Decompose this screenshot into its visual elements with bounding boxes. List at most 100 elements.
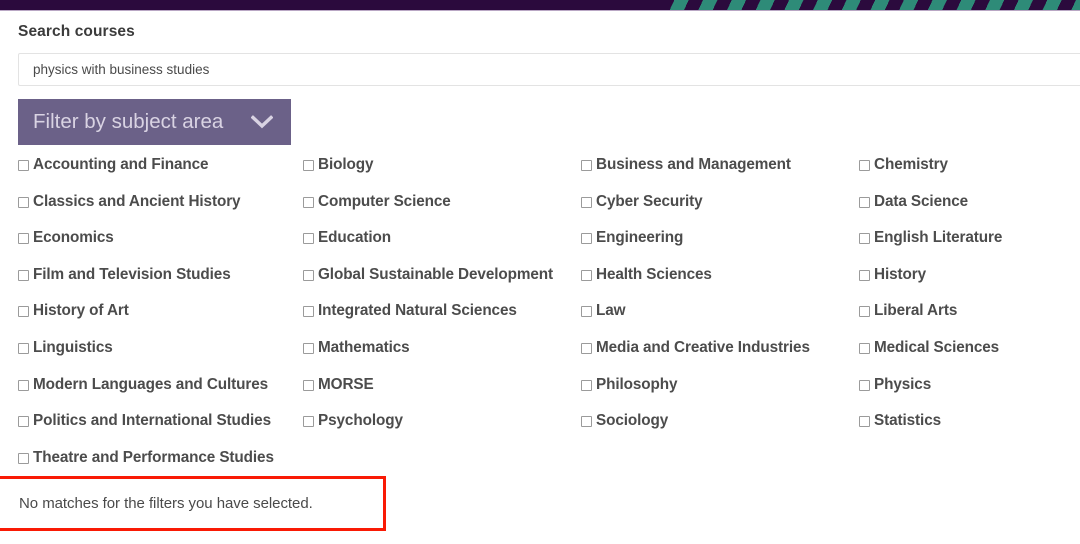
subject-column-4: Chemistry Data Science English Literature H… bbox=[859, 157, 1080, 450]
subject-checkbox-row[interactable]: Economics bbox=[18, 230, 298, 267]
subject-label: Integrated Natural Sciences bbox=[318, 302, 517, 320]
subject-checkbox-row[interactable]: Integrated Natural Sciences bbox=[303, 303, 583, 340]
subject-label: Biology bbox=[318, 156, 374, 173]
subject-checkbox[interactable] bbox=[303, 160, 314, 171]
subject-label: Health Sciences bbox=[596, 265, 712, 283]
subject-checkbox-row[interactable]: Liberal Arts bbox=[859, 303, 1080, 340]
subject-checkbox-row[interactable]: History bbox=[859, 265, 1080, 304]
subject-checkbox[interactable] bbox=[18, 196, 29, 208]
subject-checkbox-row[interactable]: Law bbox=[581, 303, 861, 340]
subject-checkbox-row[interactable]: MORSE bbox=[303, 375, 583, 414]
subject-label: Psychology bbox=[318, 412, 403, 430]
subject-checkbox-row[interactable]: Philosophy bbox=[581, 375, 861, 414]
brand-bar-underline bbox=[0, 10, 1080, 11]
subject-checkbox[interactable] bbox=[18, 416, 29, 428]
subject-checkbox[interactable] bbox=[581, 416, 592, 428]
subject-label: Business and Management bbox=[596, 156, 791, 173]
subject-checkbox[interactable] bbox=[303, 416, 314, 428]
subject-checkbox[interactable] bbox=[18, 160, 29, 171]
subject-checkbox[interactable] bbox=[581, 233, 592, 245]
subject-checkbox-row[interactable]: Education bbox=[303, 230, 583, 267]
subject-checkbox-row[interactable]: Mathematics bbox=[303, 338, 583, 377]
subject-checkbox[interactable] bbox=[581, 379, 592, 391]
filter-button-label: Filter by subject area bbox=[33, 109, 224, 133]
subject-checkbox-row[interactable]: Statistics bbox=[859, 413, 1080, 450]
subject-checkbox-row[interactable]: Accounting and Finance bbox=[18, 157, 298, 194]
subject-checkbox[interactable] bbox=[859, 379, 870, 391]
subject-label: Engineering bbox=[596, 229, 684, 247]
subject-checkbox-row[interactable]: Data Science bbox=[859, 192, 1080, 231]
subject-checkbox[interactable] bbox=[581, 342, 592, 354]
subject-checkbox-row[interactable]: Medical Sciences bbox=[859, 339, 1080, 377]
subject-checkbox-row[interactable]: Linguistics bbox=[18, 339, 298, 377]
subject-checkbox[interactable] bbox=[303, 306, 314, 318]
subject-checkbox[interactable] bbox=[18, 379, 29, 391]
subject-checkbox-row[interactable]: Biology bbox=[303, 157, 583, 194]
subject-column-1: Accounting and Finance Classics and Ancie… bbox=[18, 157, 298, 486]
subject-label: Computer Science bbox=[318, 192, 451, 210]
subject-checkbox[interactable] bbox=[18, 233, 29, 245]
subject-checkbox-row[interactable]: Physics bbox=[859, 375, 1080, 414]
subject-checkbox[interactable] bbox=[303, 196, 314, 208]
subject-checkbox[interactable] bbox=[581, 196, 592, 208]
no-matches-alert: No matches for the filters you have sele… bbox=[0, 476, 386, 531]
subject-checkbox-row[interactable]: Global Sustainable Development bbox=[303, 265, 583, 304]
subject-label: Global Sustainable Development bbox=[318, 265, 554, 283]
subject-column-3: Business and Management Cyber Security Eng… bbox=[581, 157, 861, 450]
subject-checkbox-row[interactable]: Chemistry bbox=[859, 157, 1080, 194]
brand-top-bar bbox=[0, 0, 1080, 10]
brand-stripe-pattern bbox=[660, 0, 1080, 10]
subject-label: Accounting and Finance bbox=[33, 156, 209, 173]
subject-checkbox-row[interactable]: Modern Languages and Cultures bbox=[18, 375, 298, 414]
subject-checkbox-row[interactable]: English Literature bbox=[859, 230, 1080, 267]
subject-checkbox-row[interactable]: Business and Management bbox=[581, 157, 861, 194]
search-courses-label: Search courses bbox=[18, 23, 135, 40]
subject-checkbox-row[interactable]: Film and Television Studies bbox=[18, 265, 298, 304]
subject-label: Mathematics bbox=[318, 338, 410, 356]
subject-checkbox[interactable] bbox=[303, 379, 314, 391]
subject-checkbox[interactable] bbox=[303, 269, 314, 281]
subject-label: Physics bbox=[874, 375, 932, 393]
subject-checkbox[interactable] bbox=[859, 160, 870, 171]
subject-column-2: Biology Computer Science Education Global S… bbox=[303, 157, 583, 450]
subject-checkbox[interactable] bbox=[581, 306, 592, 318]
subject-label: Data Science bbox=[874, 192, 969, 210]
subject-checkbox[interactable] bbox=[859, 196, 870, 208]
subject-label: Philosophy bbox=[596, 375, 678, 393]
subject-label: Cyber Security bbox=[596, 192, 703, 210]
subject-checkbox[interactable] bbox=[859, 306, 870, 318]
subject-checkbox-row[interactable]: Media and Creative Industries bbox=[581, 339, 861, 377]
subject-label: Statistics bbox=[874, 412, 942, 430]
subject-checkbox[interactable] bbox=[859, 416, 870, 428]
subject-checkbox[interactable] bbox=[581, 160, 592, 171]
subject-checkbox[interactable] bbox=[581, 269, 592, 281]
subject-label: MORSE bbox=[318, 375, 374, 393]
subject-label: Chemistry bbox=[874, 156, 948, 173]
subject-checkbox[interactable] bbox=[18, 342, 29, 354]
subject-checkbox-row[interactable]: Sociology bbox=[581, 413, 861, 450]
subject-checkbox[interactable] bbox=[303, 342, 314, 354]
subject-checkbox[interactable] bbox=[18, 306, 29, 318]
subject-label: Modern Languages and Cultures bbox=[33, 375, 269, 393]
subject-checkbox-row[interactable]: Classics and Ancient History bbox=[18, 193, 298, 231]
subject-checkbox-row[interactable]: Computer Science bbox=[303, 192, 583, 231]
subject-checkbox[interactable] bbox=[859, 269, 870, 281]
subject-checkbox-row[interactable]: History of Art bbox=[18, 303, 298, 340]
subject-label: Sociology bbox=[596, 412, 669, 430]
subject-checkbox-row[interactable]: Psychology bbox=[303, 413, 583, 450]
subject-checkbox[interactable] bbox=[859, 233, 870, 245]
subject-label: Film and Television Studies bbox=[33, 265, 231, 283]
subject-label: History bbox=[874, 265, 927, 283]
subject-checkbox-row[interactable]: Health Sciences bbox=[581, 265, 861, 304]
filter-by-subject-area-button[interactable]: Filter by subject area bbox=[18, 99, 291, 145]
chevron-down-icon bbox=[251, 115, 273, 129]
subject-checkbox[interactable] bbox=[859, 342, 870, 354]
subject-checkbox-row[interactable]: Engineering bbox=[581, 230, 861, 267]
subject-checkbox[interactable] bbox=[303, 233, 314, 245]
subject-checkbox-row[interactable]: Politics and International Studies bbox=[18, 413, 298, 450]
subject-checkbox-row[interactable]: Cyber Security bbox=[581, 192, 861, 231]
search-input[interactable] bbox=[18, 53, 1080, 86]
subject-checkbox[interactable] bbox=[18, 452, 29, 464]
subject-checkbox[interactable] bbox=[18, 269, 29, 281]
subject-label: Theatre and Performance Studies bbox=[33, 448, 274, 466]
